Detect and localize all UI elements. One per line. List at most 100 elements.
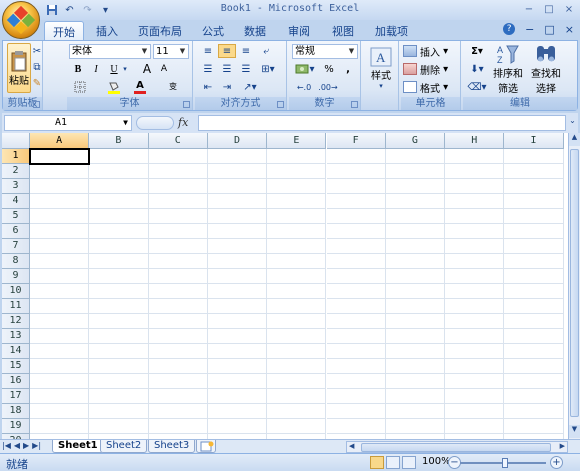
prev-sheet-icon[interactable]: ◀ [14,441,20,450]
grid-cell[interactable] [267,329,327,344]
scroll-down-icon[interactable]: ▼ [569,425,580,438]
maximize-button[interactable]: □ [542,2,556,16]
grid-cell[interactable] [267,314,327,329]
expand-formula-bar-icon[interactable]: ⌄ [568,116,577,130]
align-center-icon[interactable]: ☰ [218,62,236,76]
grid-cell[interactable] [148,329,208,344]
grid-cell[interactable] [267,209,327,224]
ribbon-close-button[interactable]: × [565,23,574,36]
row-header[interactable]: 13 [2,329,30,344]
column-header[interactable]: G [385,133,446,149]
grid-cell[interactable] [385,299,446,314]
row-header[interactable]: 17 [2,389,30,404]
grid-cell[interactable] [385,254,446,269]
grid-cell[interactable] [445,314,505,329]
grid-cell[interactable] [267,164,327,179]
grid-cell[interactable] [148,284,208,299]
grid-cell[interactable] [267,239,327,254]
grid-cell[interactable] [504,374,564,389]
grid-cell[interactable] [207,359,268,374]
comma-button[interactable]: , [341,62,355,76]
grid-cell[interactable] [148,419,208,434]
grid-cell[interactable] [89,404,149,419]
delete-cells-button[interactable]: 删除 ▾ [403,62,459,77]
grid-cell[interactable] [89,254,149,269]
grid-cell[interactable] [148,374,208,389]
currency-icon[interactable]: ▾ [293,62,317,76]
paste-button[interactable]: 粘贴 [7,43,31,93]
grid-cell[interactable] [504,209,564,224]
grid-cell[interactable] [89,179,149,194]
grid-cell[interactable] [148,314,208,329]
grid-cell[interactable] [30,329,90,344]
tab-insert[interactable]: 插入 [88,21,126,40]
grid-cell[interactable] [385,149,446,164]
grid-cell[interactable] [207,164,268,179]
grid-cell[interactable] [445,149,505,164]
row-header[interactable]: 18 [2,404,30,419]
grid-cell[interactable] [30,194,90,209]
grid-cell[interactable] [148,224,208,239]
row-header[interactable]: 4 [2,194,30,209]
tab-page-layout[interactable]: 页面布局 [130,21,190,40]
grid-cell[interactable] [385,224,446,239]
row-header[interactable]: 2 [2,164,30,179]
horizontal-scroll-thumb[interactable] [361,443,551,452]
grid-cell[interactable] [445,284,505,299]
increase-decimal-icon[interactable]: ←.0 [293,80,315,94]
grid-cell[interactable] [89,374,149,389]
grid-cell[interactable] [207,224,268,239]
horizontal-scrollbar[interactable]: ◀ ▶ [346,441,568,453]
font-color-icon[interactable]: A [131,79,149,94]
row-header[interactable]: 7 [2,239,30,254]
grid-cell[interactable] [30,404,90,419]
grid-cell[interactable] [326,344,386,359]
grid-cell[interactable] [89,359,149,374]
grid-cell[interactable] [385,374,446,389]
grid-cell[interactable] [30,344,90,359]
grid-cell[interactable] [504,359,564,374]
grid-cell[interactable] [148,179,208,194]
format-cells-button[interactable]: 格式 ▾ [403,80,459,95]
grid-cell[interactable] [207,254,268,269]
grid-cell[interactable] [30,284,90,299]
grid-cell[interactable] [89,389,149,404]
grid-cell[interactable] [148,389,208,404]
grid-cell[interactable] [385,194,446,209]
grid-cell[interactable] [445,389,505,404]
grid-cell[interactable] [326,389,386,404]
normal-view-icon[interactable] [370,456,384,469]
grid-cell[interactable] [504,299,564,314]
font-launcher-icon[interactable] [183,101,190,108]
grid-cell[interactable] [89,299,149,314]
font-size-select[interactable]: 11 ▼ [153,44,189,59]
tab-data[interactable]: 数据 [236,21,274,40]
tab-addins[interactable]: 加载项 [367,21,416,40]
grid-cell[interactable] [445,269,505,284]
grid-cell[interactable] [445,209,505,224]
row-header[interactable]: 15 [2,359,30,374]
row-header[interactable]: 8 [2,254,30,269]
grid-cell[interactable] [326,359,386,374]
grid-cell[interactable] [445,374,505,389]
column-header[interactable]: A [30,133,90,149]
grid-cell[interactable] [385,269,446,284]
fill-icon[interactable]: ⬇▾ [466,62,488,76]
grid-cell[interactable] [148,359,208,374]
align-right-icon[interactable]: ☰ [237,62,255,76]
grid-cell[interactable] [385,179,446,194]
grid-cell[interactable] [148,344,208,359]
column-header[interactable]: F [326,133,386,149]
grid-cell[interactable] [267,194,327,209]
grid-cell[interactable] [30,374,90,389]
grid-cell[interactable] [89,194,149,209]
cut-icon[interactable]: ✂ [32,44,42,58]
decrease-decimal-icon[interactable]: .00→ [317,80,339,94]
grid-cell[interactable] [207,269,268,284]
grid-cell[interactable] [445,329,505,344]
grid-cell[interactable] [326,419,386,434]
clear-icon[interactable]: ⌫▾ [466,80,488,94]
grid-cell[interactable] [267,389,327,404]
grid-cell[interactable] [148,194,208,209]
grid-cell[interactable] [30,239,90,254]
